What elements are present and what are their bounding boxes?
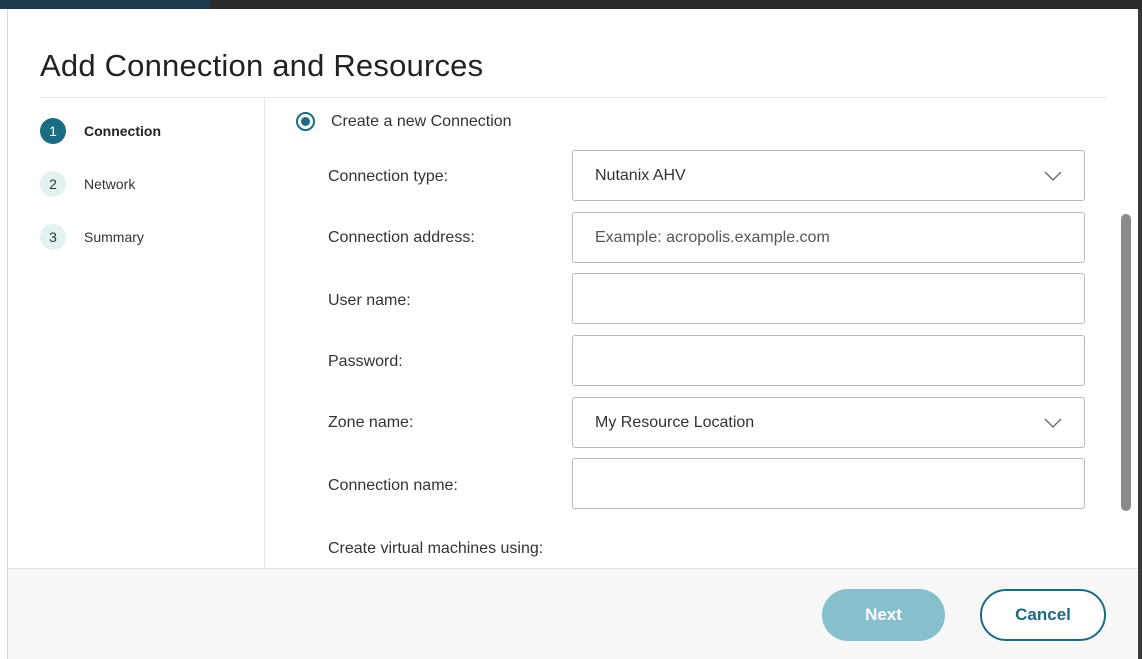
create-new-connection-option[interactable]: Create a new Connection <box>296 112 512 131</box>
connection-address-field-box <box>572 212 1085 263</box>
create-new-connection-label: Create a new Connection <box>331 112 512 130</box>
next-button[interactable]: Next <box>822 589 945 641</box>
password-label: Password: <box>328 353 403 370</box>
connection-type-value: Nutanix AHV <box>595 166 686 184</box>
zone-name-select[interactable]: My Resource Location <box>572 397 1085 448</box>
step-summary[interactable]: 3 Summary <box>40 224 260 250</box>
connection-type-select[interactable]: Nutanix AHV <box>572 150 1085 201</box>
step-label: Summary <box>84 229 144 245</box>
step-connection[interactable]: 1 Connection <box>40 118 260 144</box>
connection-name-input[interactable] <box>595 474 1062 493</box>
title-divider <box>40 97 1106 98</box>
wizard-steps: 1 Connection 2 Network 3 Summary <box>40 118 260 277</box>
connection-address-label: Connection address: <box>328 229 475 246</box>
dialog-footer <box>8 568 1138 659</box>
create-new-connection-radio[interactable] <box>296 112 315 131</box>
steps-panel-divider <box>264 98 265 568</box>
content-scrollbar-thumb[interactable] <box>1121 214 1131 511</box>
create-vms-using-label: Create virtual machines using: <box>328 540 544 557</box>
password-input[interactable] <box>595 351 1062 370</box>
chevron-down-icon <box>1044 414 1062 432</box>
connection-name-label: Connection name: <box>328 477 458 494</box>
user-name-input[interactable] <box>595 289 1062 308</box>
window-top-bar-accent <box>0 0 210 9</box>
radio-selected-dot <box>301 117 310 126</box>
step-label: Connection <box>84 123 161 139</box>
user-name-field-box <box>572 273 1085 324</box>
zone-name-label: Zone name: <box>328 414 414 431</box>
window-right-edge <box>1138 9 1142 659</box>
chevron-down-icon <box>1044 167 1062 185</box>
connection-type-label: Connection type: <box>328 168 449 185</box>
connection-name-field-box <box>572 458 1085 509</box>
step-label: Network <box>84 176 136 192</box>
cancel-button[interactable]: Cancel <box>980 589 1106 641</box>
step-number-badge: 2 <box>40 171 66 197</box>
window-left-edge <box>0 9 8 659</box>
step-network[interactable]: 2 Network <box>40 171 260 197</box>
password-field-box <box>572 335 1085 386</box>
step-number-badge: 3 <box>40 224 66 250</box>
connection-address-input[interactable] <box>595 228 1062 247</box>
dialog-title: Add Connection and Resources <box>40 48 484 83</box>
step-number-badge: 1 <box>40 118 66 144</box>
user-name-label: User name: <box>328 292 411 309</box>
zone-name-value: My Resource Location <box>595 413 755 431</box>
